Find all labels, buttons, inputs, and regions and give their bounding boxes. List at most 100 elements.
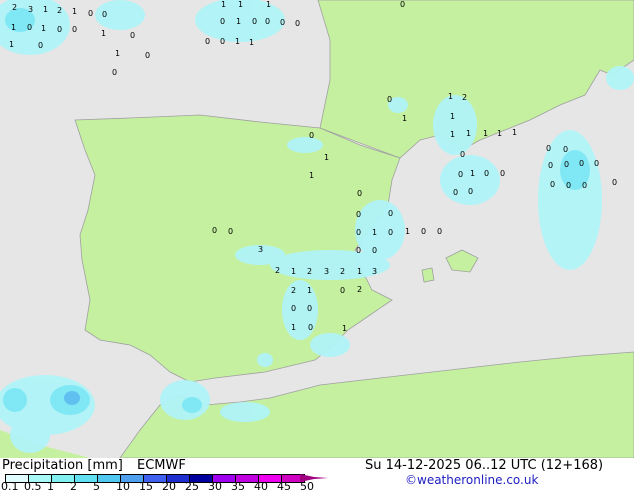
precip-value-label: 0 <box>453 188 459 197</box>
precip-value-label: 1 <box>324 153 330 162</box>
precip-value-label: 0 <box>228 227 234 236</box>
precip-value-label: 0 <box>564 160 570 169</box>
precip-value-label: 1 <box>115 49 121 58</box>
precip-value-label: 0 <box>102 10 108 19</box>
precip-value-label: 0 <box>546 144 552 153</box>
scale-tick-label: 25 <box>185 480 199 493</box>
scale-tick-label: 10 <box>116 480 130 493</box>
precip-value-label: 0 <box>252 17 258 26</box>
precip-value-label: 0 <box>458 170 464 179</box>
precip-value-label: 0 <box>130 31 136 40</box>
precip-value-label: 0 <box>212 226 218 235</box>
precipitation-map <box>0 0 634 458</box>
precip-value-label: 3 <box>28 5 34 14</box>
precip-value-label: 0 <box>112 68 118 77</box>
precip-value-label: 0 <box>579 159 585 168</box>
precip-value-label: 0 <box>582 181 588 190</box>
precip-value-label: 1 <box>342 324 348 333</box>
precip-value-label: 3 <box>324 267 330 276</box>
precip-value-label: 1 <box>402 114 408 123</box>
legend-title: Precipitation [mm] <box>2 458 123 473</box>
precip-value-label: 1 <box>72 7 78 16</box>
precip-value-label: 0 <box>421 227 427 236</box>
precip-value-label: 0 <box>612 178 618 187</box>
precip-value-label: 0 <box>72 25 78 34</box>
precip-value-label: 1 <box>450 130 456 139</box>
scale-tick-label: 5 <box>93 480 100 493</box>
precip-value-label: 1 <box>41 24 47 33</box>
precip-value-label: 0 <box>594 159 600 168</box>
precip-value-label: 1 <box>450 112 456 121</box>
precip-value-label: 0 <box>88 9 94 18</box>
precip-value-label: 1 <box>238 0 244 9</box>
precip-value-label: 1 <box>497 129 503 138</box>
precip-value-label: 1 <box>101 29 107 38</box>
precip-value-label: 1 <box>512 128 518 137</box>
precip-value-label: 1 <box>266 0 272 9</box>
precip-value-label: 0 <box>357 189 363 198</box>
precip-value-label: 1 <box>11 23 17 32</box>
precip-value-label: 1 <box>291 267 297 276</box>
precip-value-label: 0 <box>388 228 394 237</box>
precip-value-label: 0 <box>387 95 393 104</box>
precip-value-label: 0 <box>563 145 569 154</box>
precip-value-label: 2 <box>275 266 281 275</box>
precip-value-label: 0 <box>38 41 44 50</box>
precip-value-label: 1 <box>221 0 227 9</box>
precip-value-label: 0 <box>57 25 63 34</box>
precip-value-label: 2 <box>291 286 297 295</box>
precip-value-label: 2 <box>12 3 18 12</box>
precip-value-label: 2 <box>340 267 346 276</box>
precip-value-label: 0 <box>205 37 211 46</box>
precip-value-label: 0 <box>27 23 33 32</box>
precip-value-label: 1 <box>307 286 313 295</box>
precip-value-label: 0 <box>220 37 226 46</box>
precip-value-label: 1 <box>483 129 489 138</box>
precip-value-label: 1 <box>43 5 49 14</box>
precip-value-label: 0 <box>468 187 474 196</box>
precip-value-label: 1 <box>9 40 15 49</box>
precip-value-label: 1 <box>405 227 411 236</box>
precip-value-label: 0 <box>484 169 490 178</box>
precip-value-label: 0 <box>437 227 443 236</box>
precip-value-label: 0 <box>307 304 313 313</box>
precip-value-label: 2 <box>57 6 63 15</box>
scale-tick-label: 15 <box>139 480 153 493</box>
credit-link[interactable]: ©weatheronline.co.uk <box>405 473 538 487</box>
precip-value-label: 1 <box>357 267 363 276</box>
precip-value-label: 0 <box>291 304 297 313</box>
precip-value-label: 1 <box>448 92 454 101</box>
scale-tick-label: 45 <box>277 480 291 493</box>
precip-value-label: 0 <box>550 180 556 189</box>
precip-value-label: 0 <box>340 286 346 295</box>
forecast-datetime: Su 14-12-2025 06..12 UTC (12+168) <box>365 458 604 473</box>
precip-value-label: 1 <box>249 38 255 47</box>
precip-value-label: 2 <box>462 93 468 102</box>
precip-value-label: 3 <box>372 267 378 276</box>
precip-value-label: 0 <box>460 150 466 159</box>
scale-tick-label: 40 <box>254 480 268 493</box>
precipitation-heaviest <box>64 391 80 405</box>
precip-value-label: 0 <box>372 246 378 255</box>
precip-value-label: 0 <box>548 161 554 170</box>
precip-value-label: 0 <box>145 51 151 60</box>
precip-value-label: 1 <box>291 323 297 332</box>
precip-value-label: 0 <box>566 181 572 190</box>
precip-value-label: 0 <box>280 18 286 27</box>
scale-tick-label: 50 <box>300 480 314 493</box>
scale-tick-label: 1 <box>47 480 54 493</box>
precip-value-label: 0 <box>295 19 301 28</box>
precip-value-label: 1 <box>372 228 378 237</box>
precip-value-label: 0 <box>309 131 315 140</box>
ibiza-land <box>421 267 435 283</box>
precip-value-label: 0 <box>220 17 226 26</box>
precip-value-label: 0 <box>356 228 362 237</box>
precip-value-label: 1 <box>466 129 472 138</box>
scale-tick-label: 35 <box>231 480 245 493</box>
precip-value-label: 0 <box>356 246 362 255</box>
precip-value-label: 2 <box>357 285 363 294</box>
precip-value-label: 1 <box>470 169 476 178</box>
scale-tick-label: 30 <box>208 480 222 493</box>
precip-value-label: 0 <box>400 0 406 9</box>
model-name: ECMWF <box>137 458 186 473</box>
